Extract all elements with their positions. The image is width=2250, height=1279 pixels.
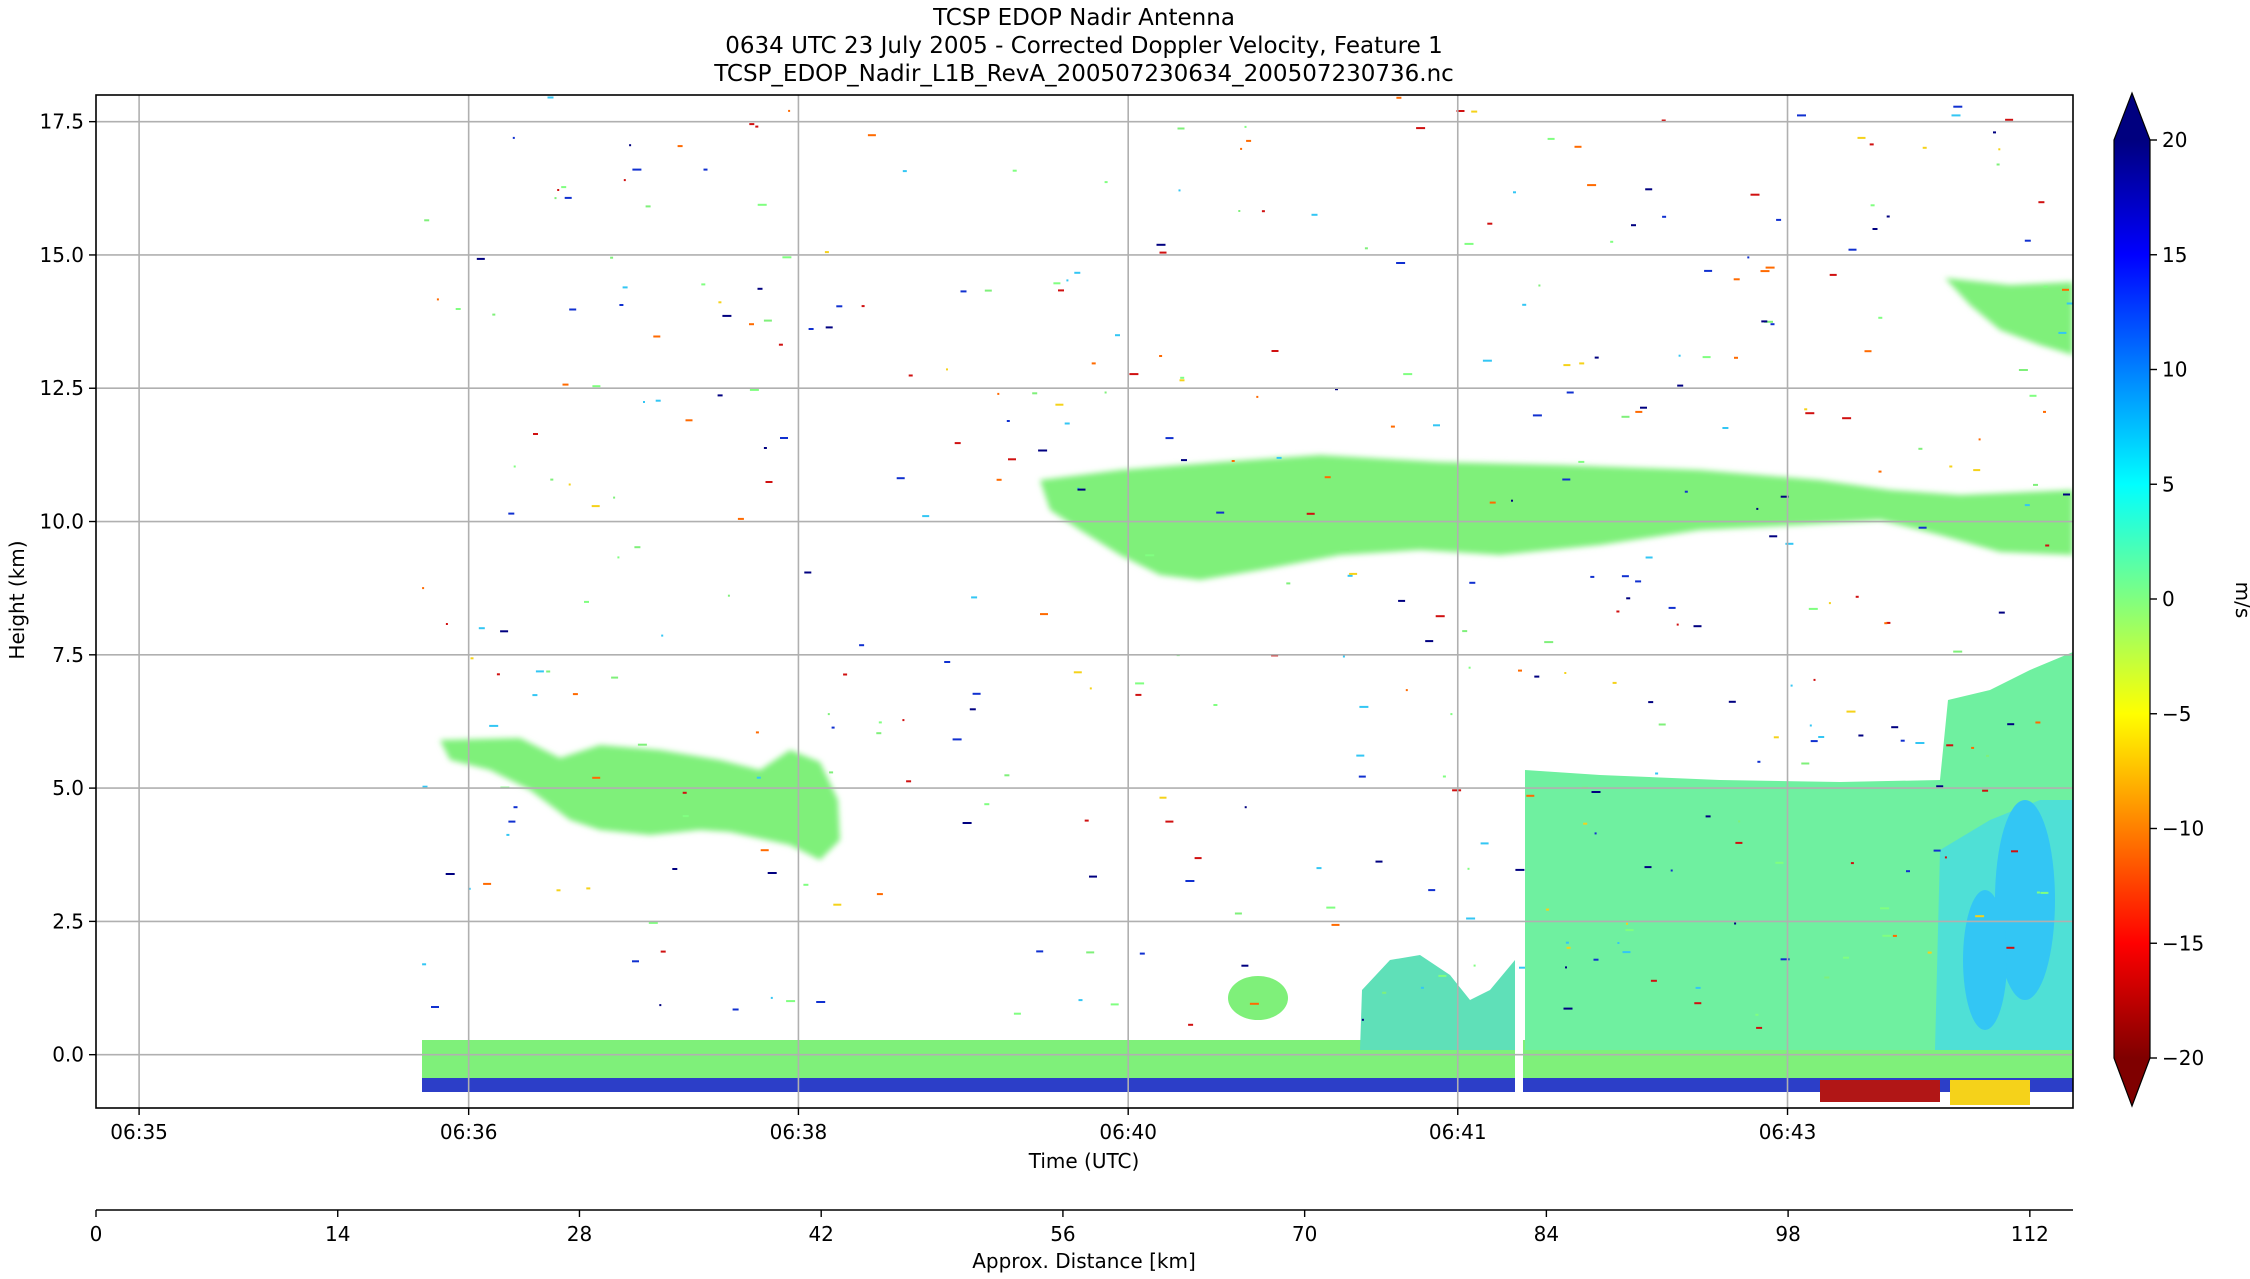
chart-subtitle: 0634 UTC 23 July 2005 - Corrected Dopple… xyxy=(725,33,1442,59)
colorbar-tick-label: −10 xyxy=(2162,817,2204,841)
x-tick-label: 06:43 xyxy=(1759,1120,1817,1144)
colorbar-tick-label: 10 xyxy=(2162,358,2187,382)
colorbar-label: m/s xyxy=(2231,582,2250,619)
colorbar-extend-bottom xyxy=(2114,1058,2150,1106)
colorbar: 20 15 10 5 0 −5 −10 −15 −20 xyxy=(2113,91,2204,1108)
x-tick-label: 06:38 xyxy=(770,1120,828,1144)
y-tick-label: 12.5 xyxy=(39,376,84,400)
colorbar-extend-top xyxy=(2114,93,2150,140)
colorbar-tick-label: 5 xyxy=(2162,472,2175,496)
distance-tick-label: 0 xyxy=(90,1222,103,1246)
y-tick-label: 17.5 xyxy=(39,110,84,134)
y-tick-label: 10.0 xyxy=(39,510,84,534)
distance-tick-label: 112 xyxy=(2011,1222,2049,1246)
distance-tick-label: 98 xyxy=(1775,1222,1800,1246)
colorbar-tick-label: −5 xyxy=(2162,702,2191,726)
chart-filename: TCSP_EDOP_Nadir_L1B_RevA_200507230634_20… xyxy=(713,61,1454,87)
colorbar-tick-label: 20 xyxy=(2162,128,2187,152)
x-tick-label: 06:36 xyxy=(440,1120,498,1144)
colorbar-tick-label: −15 xyxy=(2162,931,2204,955)
x-axis-ticks: 06:35 06:36 06:38 06:40 06:41 06:43 xyxy=(110,1108,1816,1144)
colorbar-body xyxy=(2114,140,2150,1058)
distance-tick-label: 14 xyxy=(325,1222,350,1246)
colorbar-tick-label: 15 xyxy=(2162,243,2187,267)
y-tick-label: 15.0 xyxy=(39,243,84,267)
chart-title: TCSP EDOP Nadir Antenna xyxy=(932,5,1235,31)
distance-axis: 0 14 28 42 56 70 84 98 112 xyxy=(90,1209,2073,1246)
plot-area: 06:35 06:36 06:38 06:40 06:41 06:43 0.0 2.5 5.0… xyxy=(39,94,2074,1144)
y-axis-ticks: 0.0 2.5 5.0 7.5 10.0 12.5 15.0 17.5 xyxy=(39,110,96,1067)
x-axis-label: Time (UTC) xyxy=(1028,1149,1140,1173)
distance-tick-label: 84 xyxy=(1534,1222,1559,1246)
y-tick-label: 0.0 xyxy=(52,1043,84,1067)
x-tick-label: 06:40 xyxy=(1099,1120,1157,1144)
distance-axis-label: Approx. Distance [km] xyxy=(972,1249,1196,1273)
colorbar-tick-label: −20 xyxy=(2162,1046,2204,1070)
distance-tick-label: 42 xyxy=(808,1222,833,1246)
colorbar-ticks: 20 15 10 5 0 −5 −10 −15 −20 xyxy=(2150,128,2204,1070)
distance-tick-label: 70 xyxy=(1292,1222,1317,1246)
distance-tick-label: 28 xyxy=(567,1222,592,1246)
x-tick-label: 06:35 xyxy=(110,1120,168,1144)
colorbar-tick-label: 0 xyxy=(2162,587,2175,611)
chart-svg: TCSP EDOP Nadir Antenna 0634 UTC 23 July… xyxy=(5,5,2250,1273)
y-axis-label: Height (km) xyxy=(5,540,29,659)
y-tick-label: 2.5 xyxy=(52,909,84,933)
x-tick-label: 06:41 xyxy=(1429,1120,1487,1144)
y-tick-label: 5.0 xyxy=(52,776,84,800)
y-tick-label: 7.5 xyxy=(52,643,84,667)
distance-tick-label: 56 xyxy=(1050,1222,1075,1246)
chart-figure: TCSP EDOP Nadir Antenna 0634 UTC 23 July… xyxy=(0,0,2250,1275)
